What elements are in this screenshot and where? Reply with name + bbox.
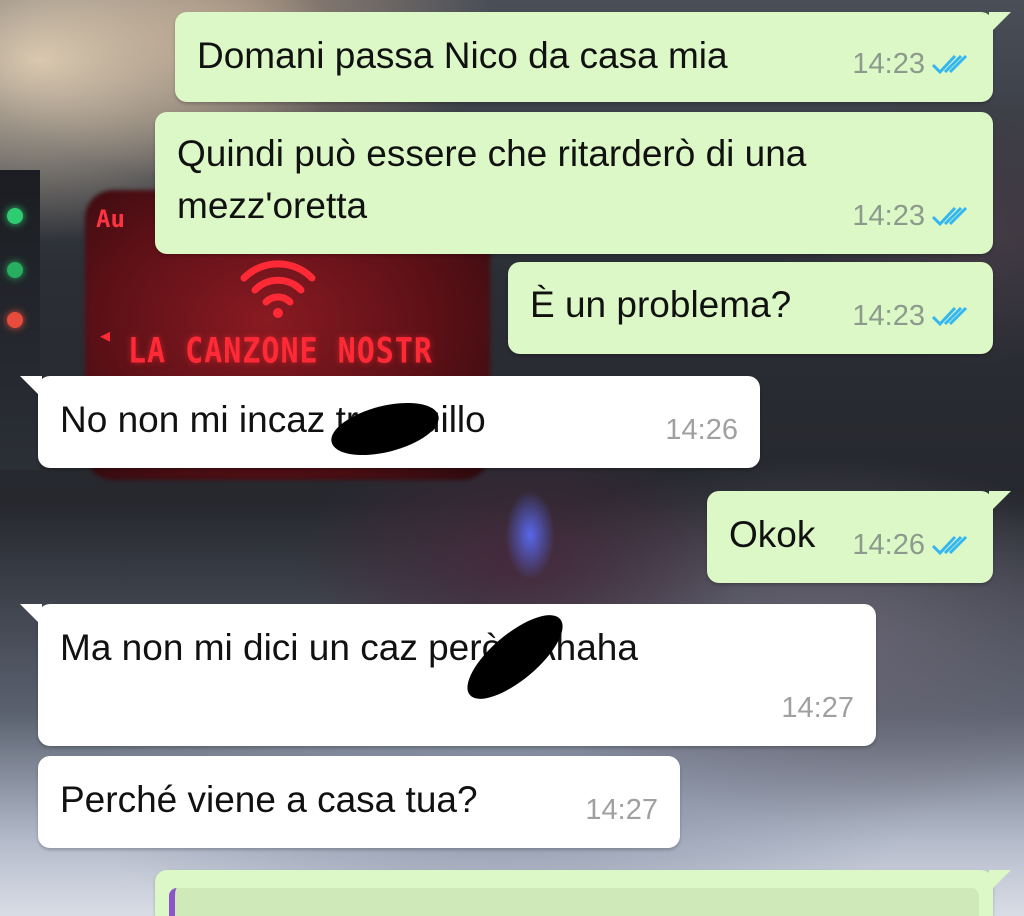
- message-text: Quindi può essere che ritarderò di una m…: [177, 133, 807, 226]
- message-bubble-outgoing[interactable]: È un problema? 14:23: [508, 262, 993, 354]
- message-meta: 14:26: [665, 404, 738, 456]
- double-check-read-icon: [931, 206, 968, 227]
- message-time: 14:27: [585, 794, 658, 826]
- message-meta: 14:27: [585, 784, 658, 836]
- message-text: Perché viene a casa tua?: [60, 779, 478, 820]
- message-bubble-outgoing[interactable]: Quindi può essere che ritarderò di una m…: [155, 112, 993, 254]
- message-time: 14:26: [665, 414, 738, 446]
- message-text: Domani passa Nico da casa mia: [197, 35, 728, 76]
- message-meta: 14:26: [852, 519, 971, 571]
- message-time: 14:26: [852, 529, 925, 561]
- message-time: 14:23: [852, 48, 925, 80]
- message-meta: 14:23: [852, 290, 971, 342]
- message-time: 14:23: [852, 300, 925, 332]
- message-bubble-outgoing[interactable]: [155, 870, 1011, 916]
- double-check-read-icon: [931, 535, 968, 556]
- message-bubble-incoming[interactable]: Perché viene a casa tua? 14:27: [38, 756, 680, 848]
- double-check-read-icon: [931, 306, 968, 327]
- message-bubble-outgoing[interactable]: Okok 14:26: [707, 491, 1011, 583]
- message-meta: 14:27: [781, 682, 854, 734]
- message-meta: 14:23: [852, 38, 971, 90]
- message-text: Okok: [729, 514, 816, 555]
- message-text: È un problema?: [530, 284, 792, 325]
- double-check-read-icon: [931, 54, 968, 75]
- reply-quote-box[interactable]: [169, 888, 979, 916]
- message-meta: 14:23: [852, 190, 971, 242]
- chat-conversation[interactable]: Domani passa Nico da casa mia 14:23 Quin…: [0, 0, 1024, 916]
- message-bubble-incoming[interactable]: No non mi incaz tranquillo 14:26: [20, 376, 760, 468]
- message-time: 14:27: [781, 692, 854, 724]
- message-bubble-outgoing[interactable]: Domani passa Nico da casa mia 14:23: [175, 12, 1011, 102]
- message-bubble-incoming[interactable]: Ma non mi dici un caz però? Ahaha 14:27: [20, 601, 876, 746]
- message-time: 14:23: [852, 200, 925, 232]
